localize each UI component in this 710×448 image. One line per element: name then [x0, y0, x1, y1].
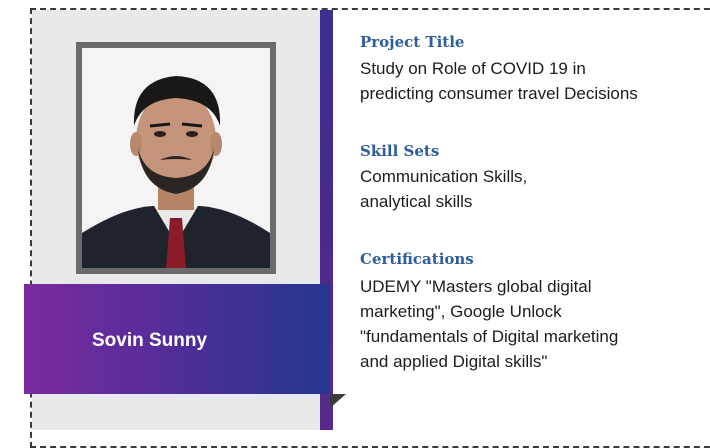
project-title-heading: Project Title: [360, 33, 465, 51]
skill-sets-line-1: Communication Skills,: [360, 167, 528, 186]
profile-photo: [82, 48, 270, 268]
skill-sets-line-2: analytical skills: [360, 192, 473, 211]
certifications-line-1: UDEMY "Masters global digital: [360, 277, 592, 296]
project-title-line-1: Study on Role of COVID 19 in: [360, 59, 586, 78]
ribbon-fold: [330, 394, 346, 408]
certifications-line-4: and applied Digital skills": [360, 352, 548, 371]
skill-sets-heading: Skill Sets: [360, 142, 440, 160]
profile-name: Sovin Sunny: [92, 330, 208, 351]
profile-photo-frame: [76, 42, 276, 274]
certifications-heading: Certifications: [360, 250, 474, 268]
certifications-line-3: "fundamentals of Digital marketing: [360, 327, 619, 346]
project-title-line-2: predicting consumer travel Decisions: [360, 84, 638, 103]
certifications-line-2: marketing", Google Unlock: [360, 302, 562, 321]
person-portrait-icon: [82, 48, 270, 268]
